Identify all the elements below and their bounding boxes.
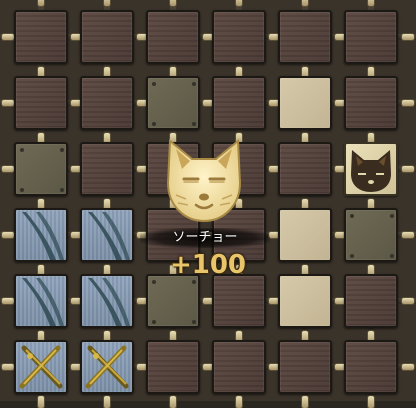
board-pin — [38, 396, 44, 408]
board-tile-olive[interactable] — [14, 142, 68, 196]
board-tile-empty[interactable] — [278, 76, 332, 130]
board-tile-hidden[interactable] — [14, 76, 68, 130]
board-tile-hidden[interactable] — [344, 340, 398, 394]
board-tile-olive[interactable] — [344, 208, 398, 262]
board-pin — [402, 166, 414, 172]
board-pin — [402, 34, 414, 40]
board-pin — [402, 232, 414, 238]
board-tile-olive[interactable] — [146, 76, 200, 130]
revealed-name-label: ソーチョー — [140, 228, 270, 248]
fox-face-icon — [166, 138, 242, 223]
board-pin — [2, 100, 14, 106]
board-pin — [170, 0, 176, 6]
board-pin — [368, 396, 374, 408]
board-pin — [170, 396, 176, 408]
board-tile-empty[interactable] — [278, 208, 332, 262]
board-tile-hidden[interactable] — [80, 142, 134, 196]
board-tile-hidden[interactable] — [344, 10, 398, 64]
board-tile-hidden[interactable] — [80, 10, 134, 64]
board-pin — [2, 34, 14, 40]
board-tile-olive[interactable] — [146, 274, 200, 328]
board-tile-hidden[interactable] — [146, 10, 200, 64]
board-tile-feather[interactable] — [80, 208, 134, 262]
board-pin — [368, 0, 374, 6]
board-tile-hidden[interactable] — [278, 142, 332, 196]
board-pin — [236, 396, 242, 408]
board-tile-feather[interactable] — [14, 208, 68, 262]
board-tile-hidden[interactable] — [212, 340, 266, 394]
points-gained: +100 — [169, 250, 247, 280]
board-tile-feather[interactable] — [14, 274, 68, 328]
board-pin — [302, 0, 308, 6]
board-tile-empty[interactable] — [278, 274, 332, 328]
board-pin — [38, 0, 44, 6]
board-pin — [104, 396, 110, 408]
board-tile-hidden[interactable] — [344, 274, 398, 328]
board-tile-hidden[interactable] — [278, 340, 332, 394]
board-tile-hidden[interactable] — [344, 76, 398, 130]
board-tile-hidden[interactable] — [80, 76, 134, 130]
board-tile-swords[interactable] — [80, 340, 134, 394]
board-tile-hidden[interactable] — [146, 340, 200, 394]
board-pin — [104, 0, 110, 6]
board-pin — [402, 100, 414, 106]
board-pin — [2, 298, 14, 304]
board-pin — [2, 364, 14, 370]
board-pin — [236, 0, 242, 6]
board-pin — [302, 396, 308, 408]
board-tile-feather[interactable] — [80, 274, 134, 328]
board-tile-fox[interactable] — [344, 142, 398, 196]
board-pin — [402, 364, 414, 370]
board-pin — [2, 232, 14, 238]
board-pin — [402, 298, 414, 304]
board-tile-hidden[interactable] — [212, 10, 266, 64]
board-tile-hidden[interactable] — [278, 10, 332, 64]
revealed-fox-card — [162, 135, 246, 227]
board-tile-hidden[interactable] — [212, 76, 266, 130]
board-tile-hidden[interactable] — [212, 274, 266, 328]
board-pin — [2, 166, 14, 172]
board-tile-hidden[interactable] — [14, 10, 68, 64]
board-tile-swords[interactable] — [14, 340, 68, 394]
